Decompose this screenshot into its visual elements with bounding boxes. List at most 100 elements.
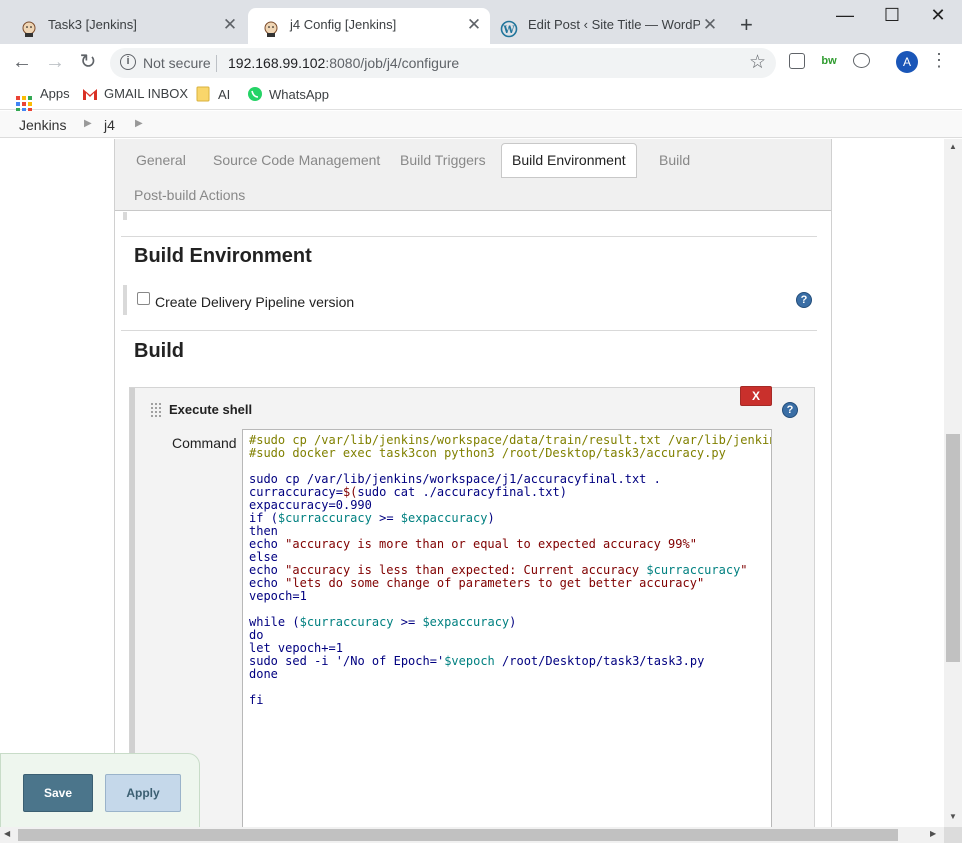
breadcrumb-jenkins[interactable]: Jenkins: [19, 117, 66, 133]
command-textarea[interactable]: #sudo cp /var/lib/jenkins/workspace/data…: [242, 429, 772, 827]
bookmark-apps[interactable]: Apps: [16, 86, 70, 112]
command-script: #sudo cp /var/lib/jenkins/workspace/data…: [249, 433, 772, 707]
script-token: [646, 472, 653, 486]
section-divider: [121, 330, 817, 331]
horizontal-scrollbar[interactable]: ◀ ▶: [0, 827, 944, 843]
help-icon[interactable]: ?: [782, 402, 798, 418]
browser-tab-j4-config[interactable]: j4 Config [Jenkins] ✕: [248, 8, 490, 44]
script-token: curraccuracy: [249, 485, 336, 499]
bookmark-label: GMAIL INBOX: [104, 86, 189, 101]
script-variable: $expaccuracy: [400, 511, 488, 525]
create-delivery-pipeline-checkbox[interactable]: [137, 292, 150, 305]
script-token: accuracyfinal.txt: [436, 485, 560, 499]
browser-tab-wordpress[interactable]: W Edit Post ‹ Site Title — WordPres ✕: [486, 8, 726, 44]
bookmark-whatsapp[interactable]: WhatsApp: [247, 86, 329, 102]
script-token: =: [386, 511, 394, 525]
breadcrumb-arrow-icon[interactable]: ▶: [84, 118, 92, 129]
script-line: while ($curraccuracy >= $expaccuracy): [249, 615, 771, 629]
minimize-icon[interactable]: —: [822, 4, 868, 26]
browser-tab-task3[interactable]: Task3 [Jenkins] ✕: [6, 8, 246, 44]
maximize-icon[interactable]: ☐: [869, 4, 915, 26]
delete-step-button[interactable]: X: [740, 386, 772, 406]
script-token: =: [429, 654, 437, 668]
step-title: Execute shell: [169, 402, 253, 417]
script-token: >: [400, 615, 408, 629]
script-line: echo "lets do some change of parameters …: [249, 577, 771, 590]
url-text[interactable]: 192.168.99.102:8080/job/j4/configure: [228, 55, 459, 71]
vertical-scroll-thumb[interactable]: [946, 434, 960, 662]
script-keyword: cat: [393, 485, 416, 499]
scroll-down-icon[interactable]: ▼: [944, 812, 962, 821]
tab-general[interactable]: General: [136, 152, 186, 168]
scroll-up-icon[interactable]: ▲: [944, 142, 962, 151]
bookmarks-bar: Apps GMAIL INBOX AI WhatsApp: [0, 80, 962, 112]
scroll-left-icon[interactable]: ◀: [4, 829, 10, 838]
script-keyword: echo: [249, 537, 278, 551]
create-delivery-pipeline-label[interactable]: Create Delivery Pipeline version: [155, 294, 354, 310]
script-token: .: [653, 472, 661, 486]
omnibox-divider: [216, 55, 217, 72]
profile-avatar[interactable]: A: [896, 51, 918, 73]
tab-build-environment[interactable]: Build Environment: [501, 143, 637, 178]
new-tab-icon[interactable]: +: [740, 12, 753, 38]
extension-bw-icon[interactable]: bw: [820, 52, 838, 70]
script-line: done: [249, 668, 771, 681]
tab-build-triggers[interactable]: Build Triggers: [400, 152, 486, 168]
script-token: 0: [364, 498, 372, 512]
apps-grid-icon: [16, 96, 32, 112]
address-bar[interactable]: i Not secure 192.168.99.102:8080/job/j4/…: [110, 48, 776, 78]
close-tab-icon[interactable]: ✕: [220, 8, 240, 42]
script-keyword: if: [249, 511, 264, 525]
script-keyword: do: [249, 628, 264, 642]
scrollbar-corner: [944, 827, 962, 843]
script-token: [386, 485, 393, 499]
forward-icon[interactable]: →: [43, 50, 67, 74]
extension-chat-icon[interactable]: [853, 53, 870, 68]
section-divider: [121, 236, 817, 237]
tab-title: j4 Config [Jenkins]: [290, 17, 397, 32]
whatsapp-icon: [247, 86, 263, 102]
url-path: :8080/job/j4/configure: [325, 55, 460, 71]
back-icon[interactable]: ←: [10, 50, 34, 74]
close-tab-icon[interactable]: ✕: [700, 8, 720, 42]
horizontal-scroll-thumb[interactable]: [18, 829, 898, 841]
save-button[interactable]: Save: [23, 774, 93, 812]
script-keyword: sed: [285, 654, 307, 668]
drag-handle-icon[interactable]: [150, 402, 162, 418]
breadcrumb-j4[interactable]: j4: [104, 117, 115, 133]
close-tab-icon[interactable]: ✕: [464, 8, 484, 42]
bookmark-label: Apps: [40, 86, 70, 101]
script-token: 1: [335, 641, 343, 655]
script-token: [394, 615, 401, 629]
reload-icon[interactable]: ↻: [76, 50, 100, 74]
vertical-scrollbar[interactable]: ▲ ▼: [944, 139, 962, 827]
option-row-marker: [123, 285, 127, 315]
script-keyword: let: [249, 641, 271, 655]
breadcrumb-arrow-icon[interactable]: ▶: [135, 118, 143, 129]
bookmark-gmail[interactable]: GMAIL INBOX: [82, 86, 188, 103]
script-variable: $curraccuracy: [646, 563, 741, 577]
menu-kebab-icon[interactable]: ⋮: [930, 50, 948, 71]
close-window-icon[interactable]: ✕: [915, 4, 961, 26]
script-token: =: [328, 498, 336, 512]
script-keyword: sudo: [249, 654, 278, 668]
tab-post-build-actions[interactable]: Post-build Actions: [134, 187, 245, 203]
apply-button[interactable]: Apply: [105, 774, 181, 812]
script-keyword: echo: [249, 563, 278, 577]
tab-source-code-management[interactable]: Source Code Management: [213, 152, 380, 168]
bookmark-ai-folder[interactable]: AI: [196, 86, 230, 102]
script-keyword: sudo: [249, 472, 278, 486]
config-panel: General Source Code Management Build Tri…: [114, 139, 832, 827]
tab-title: Task3 [Jenkins]: [48, 17, 137, 32]
extension-lightbulb-icon[interactable]: [789, 53, 805, 69]
info-icon[interactable]: i: [120, 54, 136, 70]
script-string: "accuracy is less than expected: Current…: [285, 563, 647, 577]
script-line: if ($curraccuracy >= $expaccuracy): [249, 511, 771, 525]
script-token: 0: [335, 498, 343, 512]
scroll-right-icon[interactable]: ▶: [930, 829, 936, 838]
help-icon[interactable]: ?: [796, 292, 812, 308]
bookmark-star-icon[interactable]: ☆: [749, 51, 766, 74]
wordpress-favicon-icon: W: [500, 17, 518, 38]
tab-build[interactable]: Build: [659, 152, 690, 168]
script-comment: #sudo cp /var/lib/jenkins/workspace/data…: [249, 433, 772, 447]
